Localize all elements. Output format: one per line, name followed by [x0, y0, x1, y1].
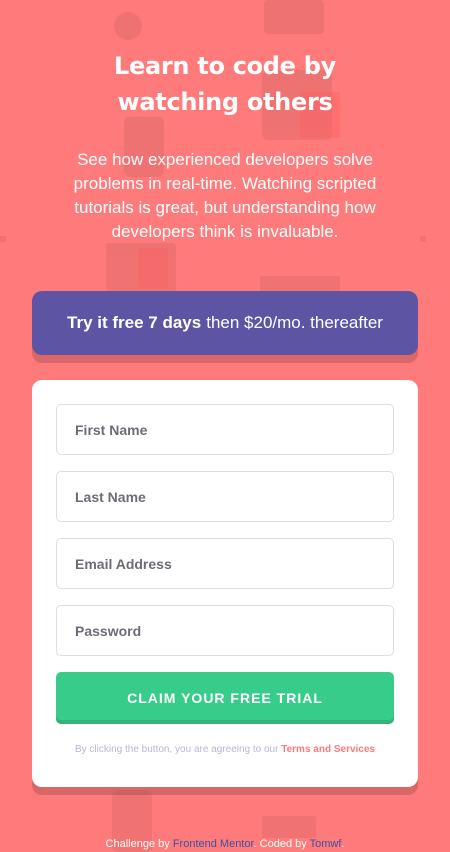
- hero-description: See how experienced developers solve pro…: [73, 150, 377, 241]
- claim-trial-button[interactable]: CLAIM YOUR FREE TRIAL: [56, 672, 394, 724]
- footer-suffix: .: [341, 838, 345, 850]
- last-name-field[interactable]: [56, 471, 394, 522]
- page-title: Learn to code by watching others: [114, 52, 336, 116]
- promo-text: then $20/mo. thereafter: [206, 313, 383, 332]
- coded-prefix: . Coded by: [253, 838, 307, 850]
- attribution-footer: Challenge by Frontend Mentor. Coded by T…: [0, 838, 450, 850]
- signup-form: CLAIM YOUR FREE TRIAL By clicking the bu…: [32, 380, 418, 787]
- terms-notice: By clicking the button, you are agreeing…: [56, 744, 394, 755]
- hero-section: Learn to code by watching others See how…: [0, 48, 450, 244]
- terms-link[interactable]: Terms and Services: [281, 744, 375, 755]
- password-field[interactable]: [56, 605, 394, 656]
- challenge-prefix: Challenge by: [105, 838, 170, 850]
- first-name-field[interactable]: [56, 404, 394, 455]
- author-link[interactable]: Tomwf: [310, 838, 342, 850]
- email-field[interactable]: [56, 538, 394, 589]
- terms-prefix: By clicking the button, you are agreeing…: [74, 744, 279, 755]
- frontend-mentor-link[interactable]: Frontend Mentor: [173, 838, 254, 850]
- trial-promo-banner: Try it free 7 days then $20/mo. thereaft…: [32, 291, 418, 355]
- promo-bold-text: Try it free 7 days: [67, 313, 202, 332]
